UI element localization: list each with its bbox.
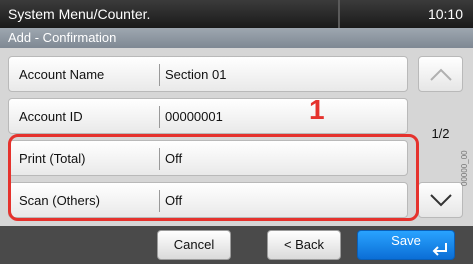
status-bar: System Menu/Counter. 10:10 <box>0 0 473 28</box>
enter-icon <box>432 243 447 256</box>
row-account-id[interactable]: Account ID 00000001 <box>8 98 408 134</box>
chevron-up-icon <box>430 68 452 81</box>
back-button[interactable]: < Back <box>267 230 341 260</box>
sub-header-title: Add - Confirmation <box>8 30 117 45</box>
status-divider <box>338 0 340 28</box>
row-value: Section 01 <box>165 67 227 82</box>
side-code: 00000_00 <box>460 150 469 186</box>
cancel-button[interactable]: Cancel <box>157 230 231 260</box>
save-button[interactable]: Save <box>357 230 455 260</box>
device-screen: System Menu/Counter. 10:10 Add - Confirm… <box>0 0 473 264</box>
row-account-name[interactable]: Account Name Section 01 <box>8 56 408 92</box>
save-label: Save <box>391 233 421 248</box>
clock: 10:10 <box>427 6 463 22</box>
scroll-panel: 1/2 <box>418 52 463 226</box>
row-label: Account ID <box>19 109 83 124</box>
highlight-box <box>8 134 419 221</box>
row-separator <box>159 106 160 128</box>
callout-number: 1 <box>309 94 325 125</box>
row-separator <box>159 64 160 86</box>
screen-title: System Menu/Counter. <box>8 6 151 22</box>
scroll-up-button[interactable] <box>418 56 463 92</box>
chevron-down-icon <box>430 194 452 207</box>
page-indicator: 1/2 <box>431 126 450 141</box>
sub-header: Add - Confirmation <box>0 28 473 48</box>
row-value: 00000001 <box>165 109 223 124</box>
scroll-down-button[interactable] <box>418 182 463 218</box>
bottom-bar: Cancel < Back Save <box>0 226 473 264</box>
row-label: Account Name <box>19 67 105 82</box>
